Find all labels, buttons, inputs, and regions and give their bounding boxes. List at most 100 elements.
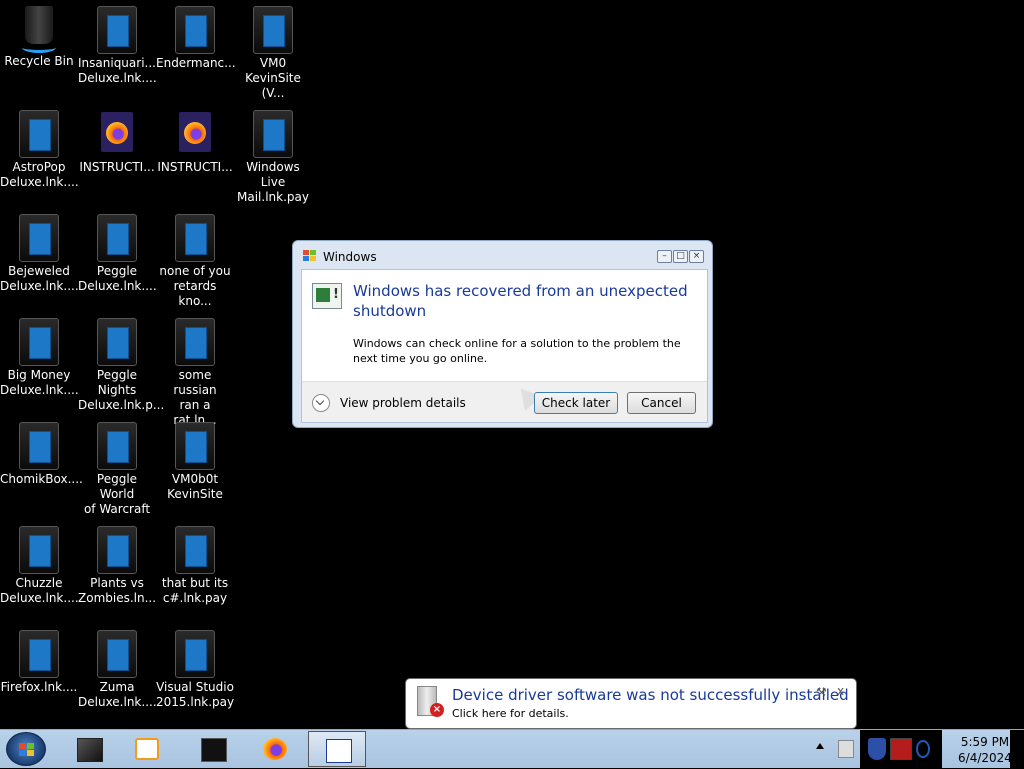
windows-logo-icon: [19, 743, 35, 757]
desktop-icon-label: INSTRUCTI...: [79, 160, 155, 174]
firefox-document-icon: [97, 110, 137, 158]
desktop: Recycle Bin AstroPop Deluxe.lnk.... Beje…: [0, 0, 330, 725]
wrench-icon[interactable]: ⚒: [816, 685, 827, 699]
balloon-title: Device driver software was not successfu…: [452, 686, 849, 704]
desktop-icon-endermanch[interactable]: Endermanc...: [156, 0, 236, 71]
recycle-bin-icon: [22, 6, 56, 53]
dialog-title: Windows: [323, 250, 377, 264]
check-later-button[interactable]: Check later: [534, 392, 618, 414]
dialog-titlebar[interactable]: Windows – □ ×: [293, 241, 712, 271]
monitor-icon[interactable]: [890, 738, 912, 760]
shortcut-icon: [175, 318, 215, 366]
clock-time[interactable]: 5:59 PM: [952, 735, 1018, 749]
problem-report-icon: !: [312, 283, 342, 309]
show-desktop-button[interactable]: [1010, 730, 1024, 769]
shortcut-icon: [253, 110, 293, 158]
desktop-icon-big-money[interactable]: Big Money Deluxe.lnk....: [0, 312, 79, 398]
cancel-button[interactable]: Cancel: [627, 392, 696, 414]
desktop-icon-label: none of you retards kno...: [159, 264, 231, 308]
start-button[interactable]: [6, 732, 46, 766]
desktop-icon-label: that but its c#.lnk.pay: [161, 576, 229, 605]
taskbar-item-firefox[interactable]: [246, 731, 304, 767]
driver-install-balloon[interactable]: × Device driver software was not success…: [405, 678, 857, 743]
desktop-icon-label: Big Money Deluxe.lnk....: [0, 368, 79, 397]
dialog-content: ! Windows has recovered from an unexpect…: [301, 269, 708, 423]
desktop-icon-astropop[interactable]: AstroPop Deluxe.lnk....: [0, 104, 79, 190]
bluetooth-icon[interactable]: [916, 740, 930, 758]
dialog-body: Windows can check online for a solution …: [353, 337, 681, 365]
taskbar-item-app-1[interactable]: [60, 731, 118, 767]
close-button[interactable]: ×: [689, 250, 704, 263]
dark-box-icon: [77, 738, 103, 762]
desktop-icon-insaniquarium[interactable]: Insaniquari... Deluxe.lnk....: [78, 0, 157, 86]
desktop-icon-visual-studio[interactable]: Visual Studio 2015.lnk.pay: [156, 624, 234, 710]
desktop-icon-some-russian[interactable]: some russian ran a rat.ln...: [156, 312, 234, 428]
desktop-icon-firefox[interactable]: Firefox.lnk....: [0, 624, 78, 695]
desktop-icon-recycle-bin[interactable]: Recycle Bin: [0, 0, 78, 69]
shortcut-icon: [175, 630, 215, 678]
checklist-icon: [326, 739, 352, 763]
desktop-icon-label: Windows Live Mail.lnk.pay: [237, 160, 309, 204]
view-problem-details[interactable]: View problem details: [312, 394, 466, 412]
windows-flag-icon: [303, 250, 316, 261]
desktop-icon-plants-vs-zombies[interactable]: Plants vs Zombies.ln...: [78, 520, 156, 606]
desktop-icon-label: Recycle Bin: [4, 54, 74, 68]
desktop-icon-windows-live-mail[interactable]: Windows Live Mail.lnk.pay: [234, 104, 312, 205]
firefox-icon: [263, 738, 287, 760]
desktop-icon-label: Peggle Nights Deluxe.lnk.p...: [78, 368, 165, 412]
security-shield-icon[interactable]: [868, 738, 886, 760]
shortcut-icon: [175, 6, 215, 54]
error-icon: ×: [430, 703, 444, 717]
taskbar-item-cmd[interactable]: [184, 731, 242, 767]
shortcut-icon: [19, 630, 59, 678]
maximize-button[interactable]: □: [673, 250, 688, 263]
shortcut-icon: [175, 526, 215, 574]
desktop-icon-peggle-nights[interactable]: Peggle Nights Deluxe.lnk.p...: [78, 312, 165, 413]
desktop-icon-label: Insaniquari... Deluxe.lnk....: [78, 56, 157, 85]
desktop-icon-peggle[interactable]: Peggle Deluxe.lnk....: [78, 208, 157, 294]
desktop-icon-label: Peggle Deluxe.lnk....: [78, 264, 157, 293]
show-hidden-icons-arrow-icon[interactable]: [816, 743, 824, 749]
clock-date[interactable]: 6/4/2024: [952, 751, 1018, 765]
desktop-icon-label: AstroPop Deluxe.lnk....: [0, 160, 79, 189]
desktop-icon-label: INSTRUCTI...: [157, 160, 233, 174]
desktop-icon-label: Visual Studio 2015.lnk.pay: [156, 680, 235, 709]
shortcut-icon: [175, 214, 215, 262]
desktop-icon-vm0b0t[interactable]: VM0b0t KevinSite: [156, 416, 234, 502]
desktop-icon-chomikbox[interactable]: ChomikBox....: [0, 416, 83, 487]
shortcut-icon: [19, 110, 59, 158]
desktop-icon-label: Chuzzle Deluxe.lnk....: [0, 576, 79, 605]
desktop-icon-peggle-world-of-warcraft[interactable]: Peggle World of Warcraft ...: [78, 416, 156, 532]
chevron-down-icon[interactable]: [312, 394, 330, 412]
taskbar-item-media-player[interactable]: [118, 731, 176, 767]
dialog-footer: View problem details Check later Cancel: [302, 381, 707, 422]
shortcut-icon: [19, 318, 59, 366]
desktop-icon-zuma[interactable]: Zuma Deluxe.lnk....: [78, 624, 157, 710]
desktop-icon-label: Firefox.lnk....: [0, 680, 78, 694]
balloon-subtitle[interactable]: Click here for details.: [452, 707, 569, 720]
desktop-icon-instructions-2[interactable]: INSTRUCTI...: [156, 104, 234, 175]
network-error-icon[interactable]: [838, 740, 854, 758]
shortcut-icon: [175, 422, 215, 470]
desktop-icon-chuzzle[interactable]: Chuzzle Deluxe.lnk....: [0, 520, 79, 606]
recovery-dialog: Windows – □ × ! Windows has recovered fr…: [292, 240, 713, 428]
shortcut-icon: [253, 6, 293, 54]
shortcut-icon: [19, 214, 59, 262]
balloon-close-button[interactable]: x: [837, 684, 844, 698]
desktop-icon-vm0-kevinsite[interactable]: VM0 KevinSite (V...: [234, 0, 312, 101]
minimize-button[interactable]: –: [657, 250, 672, 263]
taskbar-item-active-app[interactable]: [308, 731, 366, 767]
shortcut-icon: [97, 526, 137, 574]
shortcut-icon: [19, 422, 59, 470]
shortcut-icon: [19, 526, 59, 574]
desktop-icon-label: Bejeweled Deluxe.lnk....: [0, 264, 79, 293]
taskbar: 5:59 PM 6/4/2024: [0, 729, 1024, 769]
view-problem-details-label: View problem details: [340, 396, 466, 410]
shortcut-icon: [97, 214, 137, 262]
desktop-icon-bejeweled[interactable]: Bejeweled Deluxe.lnk....: [0, 208, 79, 294]
desktop-icon-none-of-you[interactable]: none of you retards kno...: [156, 208, 234, 309]
firefox-document-icon: [175, 110, 215, 158]
desktop-icon-label: ChomikBox....: [0, 472, 83, 486]
desktop-icon-that-but-its-csharp[interactable]: that but its c#.lnk.pay: [156, 520, 234, 606]
desktop-icon-instructions-1[interactable]: INSTRUCTI...: [78, 104, 156, 175]
